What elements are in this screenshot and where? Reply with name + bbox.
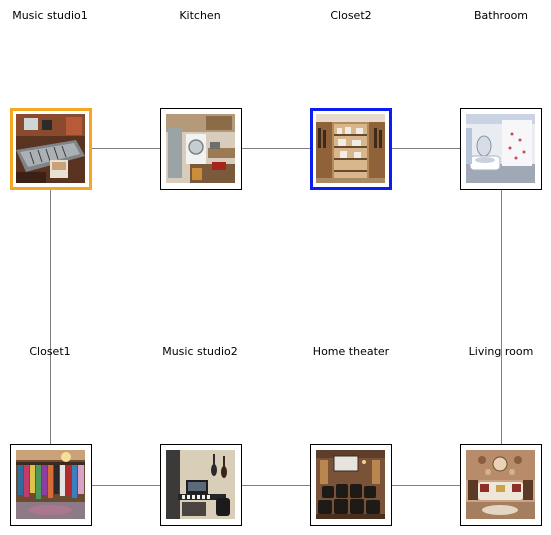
edge-music-studio1-closet1 xyxy=(50,189,51,444)
walk-in-closet-shelves-photo xyxy=(316,114,385,183)
room-node-closet1[interactable] xyxy=(10,444,92,526)
mixing-console-photo xyxy=(16,114,85,183)
room-node-living-room[interactable] xyxy=(460,444,542,526)
room-node-music-studio2[interactable] xyxy=(160,444,242,526)
room-node-closet2[interactable] xyxy=(310,108,392,190)
room-label-home-theater: Home theater xyxy=(312,345,390,358)
home-studio-guitars-photo xyxy=(166,450,235,519)
room-node-kitchen[interactable] xyxy=(160,108,242,190)
room-label-music-studio2: Music studio2 xyxy=(162,345,238,358)
clothing-closet-photo xyxy=(16,450,85,519)
edge-home-theater-living-room xyxy=(391,485,461,486)
edge-music-studio2-home-theater xyxy=(241,485,311,486)
room-label-music-studio1: Music studio1 xyxy=(12,9,88,22)
room-label-closet1: Closet1 xyxy=(29,345,71,358)
theater-seating-photo xyxy=(316,450,385,519)
room-node-bathroom[interactable] xyxy=(460,108,542,190)
edge-kitchen-closet2 xyxy=(241,148,311,149)
room-label-living-room: Living room xyxy=(468,345,534,358)
room-label-kitchen: Kitchen xyxy=(179,9,221,22)
room-node-music-studio1[interactable] xyxy=(10,108,92,190)
kitchen-photo xyxy=(166,114,235,183)
room-label-closet2: Closet2 xyxy=(330,9,372,22)
edge-closet2-bathroom xyxy=(391,148,461,149)
edge-closet1-music-studio2 xyxy=(91,485,160,486)
bathroom-photo xyxy=(466,114,535,183)
edge-bathroom-living-room xyxy=(501,189,502,444)
room-node-home-theater[interactable] xyxy=(310,444,392,526)
room-graph: Music studio1 Kitchen Closet2 Bathroom C… xyxy=(0,0,551,535)
living-room-sofa-photo xyxy=(466,450,535,519)
edge-music-studio1-kitchen xyxy=(91,148,160,149)
room-label-bathroom: Bathroom xyxy=(473,9,529,22)
